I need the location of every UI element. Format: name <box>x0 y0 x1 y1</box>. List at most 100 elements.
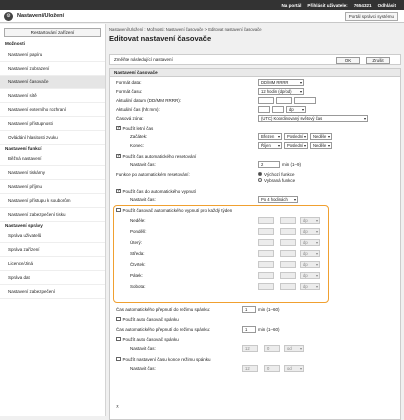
selected-function-radio[interactable] <box>258 178 262 182</box>
weekly-timer-checkbox[interactable] <box>116 207 121 213</box>
sleep-time-input[interactable]: 1 <box>242 306 256 313</box>
sleep-end-ampm[interactable]: od <box>284 365 304 372</box>
tuesday-minute[interactable] <box>280 239 296 246</box>
date-format-select[interactable]: DD/MM RRRR <box>258 79 304 86</box>
user-label: Přihlásit uživatele: <box>307 2 348 8</box>
sidebar-item-paper[interactable]: Nastavení papíru <box>0 48 105 62</box>
day-label: Pátek: <box>130 272 143 278</box>
weekly-timer-row: Použít časovač automatického vypnutí pro… <box>116 206 232 214</box>
auto-reset-label: Použít čas automatického resetování <box>122 153 197 159</box>
sidebar-item-data[interactable]: Správa dat <box>0 271 105 285</box>
sunday-hour[interactable] <box>258 217 274 224</box>
sidebar-item-users[interactable]: Správa uživatelů <box>0 230 105 244</box>
day-label: Neděle: <box>130 217 146 223</box>
sunday-ampm[interactable]: dp <box>300 217 320 224</box>
sidebar-item-receive[interactable]: Nastavení příjmu <box>0 180 105 194</box>
monday-hour[interactable] <box>258 228 274 235</box>
sleep-end-minute[interactable]: 0 <box>264 365 280 372</box>
friday-minute[interactable] <box>280 272 296 279</box>
sidebar-item-network[interactable]: Nastavení sítě <box>0 89 105 104</box>
wednesday-minute[interactable] <box>280 250 296 257</box>
current-date-label: Aktuální datum (DD/MM RRRR): <box>116 97 182 103</box>
timezone-select[interactable]: (UTC) Koordinovaný světový čas <box>258 115 368 122</box>
saturday-ampm[interactable]: dp <box>300 283 320 290</box>
sidebar-item-security[interactable]: Nastavení zabezpečení <box>0 285 105 299</box>
summer-start-day[interactable]: Neděle <box>310 133 332 140</box>
sidebar-item-device[interactable]: Správa zařízení <box>0 243 105 258</box>
auto-reset-checkbox[interactable] <box>116 153 121 159</box>
sidebar-item-volume[interactable]: Ovládání hlasitosti zvuku <box>0 131 105 145</box>
sunday-minute[interactable] <box>280 217 296 224</box>
tuesday-ampm[interactable]: dp <box>300 239 320 246</box>
thursday-hour[interactable] <box>258 261 274 268</box>
logout-link[interactable]: Odhlásit <box>378 3 396 8</box>
day-label: Úterý: <box>130 239 143 245</box>
time-format-select[interactable]: 12 hodin (dp/od) <box>258 88 304 95</box>
selected-function-option[interactable]: Vybraná funkce <box>258 176 295 184</box>
sleep-end-checkbox[interactable] <box>116 356 121 362</box>
monday-ampm[interactable]: dp <box>300 228 320 235</box>
sidebar-item-file-access[interactable]: Nastavení přístupu k souborům <box>0 194 105 208</box>
sleep-time-unit: min (1–60) <box>258 306 280 312</box>
sidebar-item-common[interactable]: Běžná nastavení <box>0 153 105 167</box>
scroll-top-icon[interactable]: ⊼ <box>116 404 119 409</box>
wake-hour[interactable]: 12 <box>242 345 258 352</box>
saturday-hour[interactable] <box>258 283 274 290</box>
summer-end-week[interactable]: Poslední <box>284 142 308 149</box>
sidebar-item-print-security[interactable]: Nastavení zabezpečení tisku <box>0 208 105 222</box>
sleep-timer-checkbox[interactable] <box>116 316 121 322</box>
wednesday-hour[interactable] <box>258 250 274 257</box>
tuesday-hour[interactable] <box>258 239 274 246</box>
saturday-minute[interactable] <box>280 283 296 290</box>
sidebar-item-timer[interactable]: Nastavení časovače <box>0 75 105 90</box>
admin-portal-button[interactable]: Portál správci systému <box>344 12 398 21</box>
wake-timer-checkbox[interactable] <box>116 336 121 342</box>
auto-off-checkbox[interactable] <box>116 188 121 194</box>
wake-timer-row: Použít auto časovač spánku <box>116 335 179 343</box>
auto-reset-row: Použít čas automatického resetování <box>116 152 196 160</box>
sleep-end-hour[interactable]: 12 <box>242 365 258 372</box>
summer-end-day[interactable]: Neděle <box>310 142 332 149</box>
summer-start-month[interactable]: Březen <box>258 133 282 140</box>
hour-input[interactable] <box>258 106 270 113</box>
sidebar-item-license[interactable]: Licence/Jiná <box>0 257 105 271</box>
sleep-end-row: Použít nastavení času konce režimu spánk… <box>116 355 211 363</box>
sidebar-item-accessibility[interactable]: Nastavení přístupnosti <box>0 117 105 131</box>
summer-time-label: Použít letní čas <box>122 125 154 131</box>
day-label: Sobota: <box>130 283 146 289</box>
month-input[interactable] <box>276 97 292 104</box>
auto-reset-input[interactable]: 2 <box>258 161 280 168</box>
func-reset-label: Funkce po automatickém resetování: <box>116 171 190 177</box>
sleep-time2-input[interactable]: 1 <box>242 326 256 333</box>
summer-end-month[interactable]: Říjen <box>258 142 282 149</box>
thursday-minute[interactable] <box>280 261 296 268</box>
auto-reset-unit: min (1–9) <box>282 161 302 167</box>
wake-ampm[interactable]: od <box>284 345 304 352</box>
thursday-ampm[interactable]: dp <box>300 261 320 268</box>
sleep-end-time-label: Nastavit čas: <box>130 365 156 371</box>
day-input[interactable] <box>258 97 274 104</box>
friday-ampm[interactable]: dp <box>300 272 320 279</box>
cancel-button[interactable]: Zrušit <box>366 56 390 64</box>
portal-link[interactable]: Na portál <box>281 3 301 8</box>
friday-hour[interactable] <box>258 272 274 279</box>
sidebar-item-display[interactable]: Nastavení zobrazení <box>0 62 105 76</box>
sidebar-item-printer[interactable]: Nastavení tiskárny <box>0 166 105 181</box>
main-content: Nastavení/Uložení : Možnosti: Nastavení … <box>109 24 401 420</box>
instruction-text: Změňte následující nastavení <box>114 57 173 62</box>
monday-minute[interactable] <box>280 228 296 235</box>
ok-button[interactable]: OK <box>336 56 360 64</box>
summer-start-week[interactable]: Poslední <box>284 133 308 140</box>
summer-time-checkbox[interactable] <box>116 125 121 131</box>
date-format-label: Formát data: <box>116 79 142 85</box>
minute-input[interactable] <box>272 106 284 113</box>
current-time-label: Aktuální čas (hh:mm): <box>116 106 160 112</box>
wednesday-ampm[interactable]: dp <box>300 250 320 257</box>
sidebar-item-external-interface[interactable]: Nastavení externího rozhraní <box>0 103 105 117</box>
top-bar: Na portál Přihlásit uživatele: 7654321 O… <box>0 0 404 10</box>
restart-device-button[interactable]: Restartování zařízení <box>4 28 101 37</box>
wake-minute[interactable]: 0 <box>264 345 280 352</box>
auto-off-select[interactable]: Po 4 hodinách <box>258 196 298 203</box>
year-input[interactable] <box>294 97 316 104</box>
ampm-select[interactable]: dp <box>286 106 306 113</box>
